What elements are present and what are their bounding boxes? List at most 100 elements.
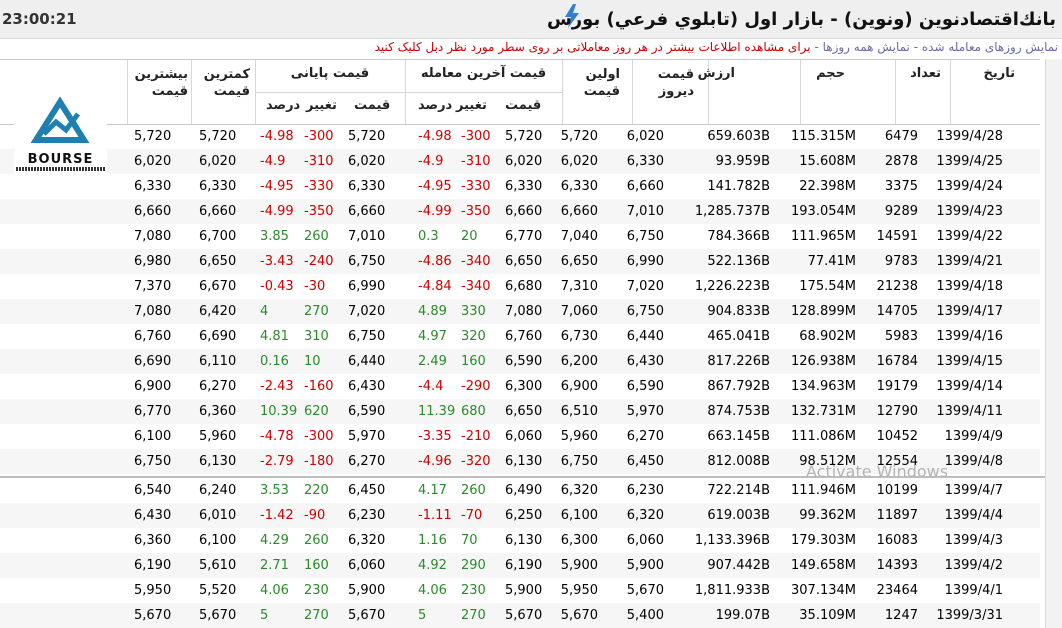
table-row[interactable]: 1399/4/2 14393 149.658M 907.442B 5,900 5,900 6… <box>0 553 1040 578</box>
cell-close-percent: -4.99 <box>260 204 294 219</box>
cell-last-price: 6,680 <box>505 279 543 294</box>
cell-date: 1399/4/3 <box>944 533 1003 548</box>
header-max-price[interactable]: بیشترین قیمت <box>132 66 188 100</box>
cell-max-price: 7,370 <box>134 279 172 294</box>
cell-close-price: 6,660 <box>348 204 386 219</box>
table-row[interactable]: 1399/4/25 2878 15.608M 93.959B 6,330 6,020 6,0… <box>0 149 1040 174</box>
cell-volume: 126.938M <box>791 354 856 369</box>
cell-close-percent: 4.06 <box>260 583 289 598</box>
cell-close-price: 6,320 <box>348 533 386 548</box>
cell-last-price: 6,250 <box>505 508 543 523</box>
cell-last-percent: 4.89 <box>418 304 447 319</box>
cell-volume: 193.054M <box>791 204 856 219</box>
cell-close-change: 260 <box>304 533 329 548</box>
cell-value: 904.833B <box>707 304 770 319</box>
cell-max-price: 6,430 <box>134 508 172 523</box>
cell-date: 1399/4/24 <box>936 179 1003 194</box>
cell-volume: 134.963M <box>791 379 856 394</box>
cell-last-price: 6,190 <box>505 558 543 573</box>
cell-last-price: 6,300 <box>505 379 543 394</box>
header-first-price[interactable]: اولین قیمت <box>570 66 620 100</box>
table-row[interactable]: 1399/4/21 9783 77.41M 522.136B 6,990 6,650 6,6… <box>0 249 1040 274</box>
cell-close-percent: 0.16 <box>260 354 289 369</box>
cell-yesterday-price: 7,010 <box>626 204 664 219</box>
cell-min-price: 6,110 <box>199 354 237 369</box>
table-row[interactable]: 1399/4/24 3375 22.398M 141.782B 6,660 6,330 6,… <box>0 174 1040 199</box>
cell-volume: 115.315M <box>791 129 856 144</box>
cell-close-percent: 3.85 <box>260 229 289 244</box>
traded-days-link[interactable]: نمایش روزهای معامله شده <box>922 40 1058 54</box>
header-close-price[interactable]: قیمت <box>354 98 390 113</box>
header-last-price[interactable]: قیمت <box>505 98 541 113</box>
table-row[interactable]: 1399/4/28 6479 115.315M 659.603B 6,020 5,720 5… <box>0 124 1040 149</box>
cell-count: 5983 <box>884 329 918 344</box>
table-row[interactable]: 1399/4/16 5983 68.902M 465.041B 6,440 6,730 6,… <box>0 324 1040 349</box>
table-row[interactable]: 1399/3/31 1247 35.109M 199.07B 5,400 5,670 5,6… <box>0 603 1040 628</box>
table-row[interactable]: 1399/4/23 9289 193.054M 1,285.737B 7,010 6,66… <box>0 199 1040 224</box>
header-close-change[interactable]: تغییر <box>306 98 337 113</box>
vertical-scrollbar[interactable] <box>1045 59 1062 628</box>
table-row[interactable]: 1399/4/11 12790 132.731M 874.753B 5,970 6,510… <box>0 399 1040 424</box>
cell-last-price: 6,020 <box>505 154 543 169</box>
table-row[interactable]: 1399/4/1 23464 307.134M 1,811.933B 5,670 5,95… <box>0 578 1040 603</box>
cell-last-price: 6,660 <box>505 204 543 219</box>
table-row[interactable]: 1399/4/15 16784 126.938M 817.226B 6,430 6,200… <box>0 349 1040 374</box>
cell-count: 21238 <box>876 279 918 294</box>
cell-last-price: 5,720 <box>505 129 543 144</box>
header-last-change[interactable]: تغییر <box>456 98 487 113</box>
cell-date: 1399/4/14 <box>936 379 1003 394</box>
cell-last-percent: -4.84 <box>418 279 452 294</box>
table-row[interactable]: 1399/4/18 21238 175.54M 1,226.223B 7,020 7,31… <box>0 274 1040 299</box>
cell-first-price: 7,040 <box>560 229 598 244</box>
cell-max-price: 6,660 <box>134 204 172 219</box>
cell-last-change: -290 <box>461 379 491 394</box>
all-days-link[interactable]: نمایش همه روزها <box>823 40 910 54</box>
cell-close-price: 5,970 <box>348 429 386 444</box>
cell-yesterday-price: 6,020 <box>626 129 664 144</box>
cell-date: 1399/4/15 <box>936 354 1003 369</box>
header-value[interactable]: ارزش <box>698 66 735 81</box>
cell-first-price: 6,650 <box>560 254 598 269</box>
cell-last-percent: -1.11 <box>418 508 452 523</box>
cell-first-price: 5,960 <box>560 429 598 444</box>
cell-last-change: -350 <box>461 204 491 219</box>
header-yesterday-price[interactable]: قیمت دیروز <box>644 66 694 100</box>
table-row[interactable]: 1399/4/22 14591 111.965M 784.366B 6,750 7,040… <box>0 224 1040 249</box>
table-row[interactable]: 1399/4/14 19179 134.963M 867.792B 6,590 6,900… <box>0 374 1040 399</box>
header-volume[interactable]: حجم <box>816 66 845 81</box>
column-divider <box>562 60 563 124</box>
header-count[interactable]: تعداد <box>910 66 941 81</box>
table-row[interactable]: 1399/4/7 10199 111.946M 722.214B 6,230 6,320 6… <box>0 478 1040 503</box>
header-close-percent[interactable]: درصد <box>266 98 300 113</box>
table-row[interactable]: 1399/4/9 10452 111.086M 663.145B 6,270 5,960 6… <box>0 424 1040 449</box>
cell-last-percent: 11.39 <box>418 404 456 419</box>
cell-max-price: 6,690 <box>134 354 172 369</box>
cell-min-price: 6,130 <box>199 454 237 469</box>
cell-first-price: 6,750 <box>560 454 598 469</box>
cell-close-price: 6,330 <box>348 179 386 194</box>
header-last-percent[interactable]: درصد <box>418 98 452 113</box>
cell-last-change: 290 <box>461 558 486 573</box>
cell-volume: 128.899M <box>791 304 856 319</box>
cell-max-price: 6,760 <box>134 329 172 344</box>
cell-close-change: -300 <box>304 129 334 144</box>
table-row[interactable]: 1399/4/3 16083 179.303M 1,133.396B 6,060 6,30… <box>0 528 1040 553</box>
cell-volume: 111.965M <box>791 229 856 244</box>
table-row[interactable]: 1399/4/4 11897 99.362M 619.003B 6,320 6,100 6,… <box>0 503 1040 528</box>
cell-max-price: 7,080 <box>134 229 172 244</box>
cell-max-price: 6,750 <box>134 454 172 469</box>
cell-close-change: 10 <box>304 354 321 369</box>
cell-count: 6479 <box>884 129 918 144</box>
header-date[interactable]: تاریخ <box>984 66 1016 81</box>
cell-last-price: 6,590 <box>505 354 543 369</box>
header-min-price[interactable]: کمترین قیمت <box>196 66 250 100</box>
cell-first-price: 5,720 <box>560 129 598 144</box>
cell-last-change: 330 <box>461 304 486 319</box>
cell-min-price: 6,330 <box>199 179 237 194</box>
group-divider <box>255 92 405 93</box>
cell-close-price: 6,230 <box>348 508 386 523</box>
table-row[interactable]: 1399/4/17 14705 128.899M 904.833B 6,750 7,060… <box>0 299 1040 324</box>
cell-min-price: 6,690 <box>199 329 237 344</box>
cell-first-price: 7,060 <box>560 304 598 319</box>
cell-value: 659.603B <box>707 129 770 144</box>
